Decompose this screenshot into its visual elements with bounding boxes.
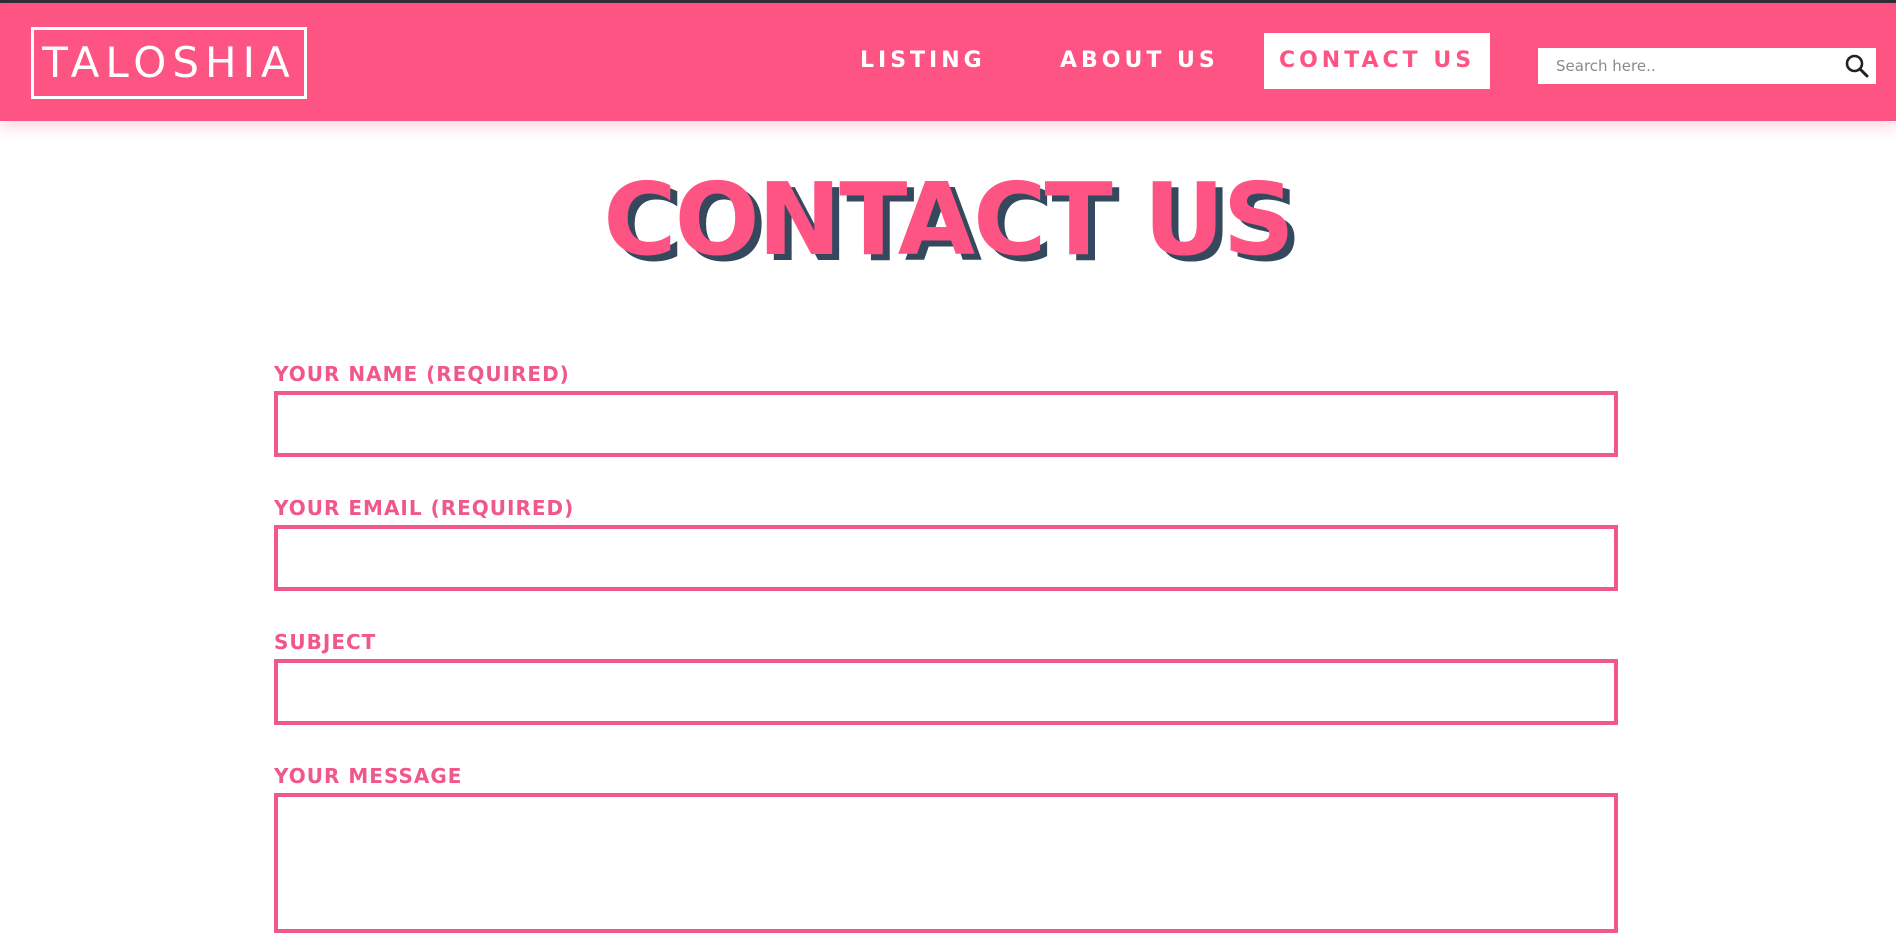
search-input[interactable] (1538, 48, 1846, 84)
subject-field[interactable] (274, 659, 1618, 725)
contact-form: YOUR NAME (REQUIRED) YOUR EMAIL (REQUIRE… (274, 360, 1618, 933)
subject-label: SUBJECT (274, 630, 377, 654)
nav-about-us[interactable]: ABOUT US (1060, 33, 1219, 89)
nav-contact-us[interactable]: CONTACT US (1264, 33, 1490, 89)
search-box (1538, 48, 1876, 84)
search-icon[interactable] (1844, 53, 1870, 79)
email-label: YOUR EMAIL (REQUIRED) (274, 496, 575, 520)
message-label: YOUR MESSAGE (274, 764, 463, 788)
email-field[interactable] (274, 525, 1618, 591)
nav-listing[interactable]: LISTING (860, 33, 986, 89)
site-logo[interactable]: TALOSHIA (31, 27, 307, 99)
name-label: YOUR NAME (REQUIRED) (274, 362, 570, 386)
name-field[interactable] (274, 391, 1618, 457)
site-header: TALOSHIA LISTING ABOUT US CONTACT US (0, 3, 1896, 121)
page-title: CONTACT US (603, 161, 1295, 278)
message-field[interactable] (274, 793, 1618, 933)
